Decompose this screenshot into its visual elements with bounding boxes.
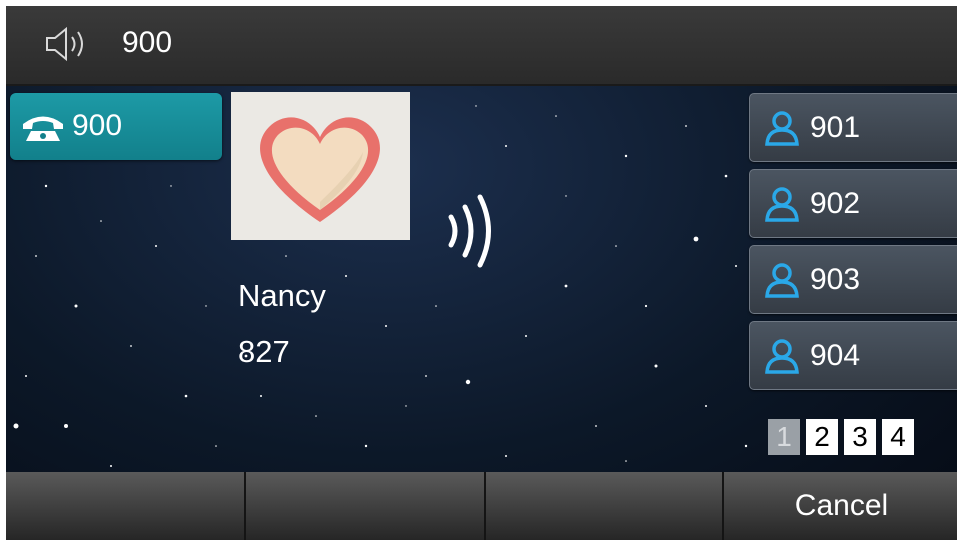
- softkey-2[interactable]: [244, 472, 482, 540]
- page-indicator-1[interactable]: 1: [768, 419, 800, 455]
- softkey-bar: Cancel: [6, 472, 957, 540]
- dss-key-label: 903: [810, 263, 861, 296]
- dss-key-901[interactable]: 901: [749, 93, 957, 162]
- contact-icon: [765, 187, 799, 222]
- dss-key-902[interactable]: 902: [749, 169, 957, 238]
- softkey-1[interactable]: [6, 472, 242, 540]
- dss-key-903[interactable]: 903: [749, 245, 957, 314]
- softkey-3[interactable]: [484, 472, 720, 540]
- contact-icon: [765, 339, 799, 374]
- line-key-label: 900: [72, 109, 123, 142]
- dss-key-label: 902: [810, 187, 861, 220]
- contact-icon: [765, 111, 799, 146]
- page-indicator-4[interactable]: 4: [882, 419, 914, 455]
- dss-key-label: 901: [810, 111, 861, 144]
- caller-name: Nancy: [238, 278, 326, 313]
- heart-icon: [260, 117, 380, 222]
- cancel-button[interactable]: Cancel: [722, 472, 957, 540]
- dss-key-904[interactable]: 904: [749, 321, 957, 390]
- line-key-900[interactable]: 900: [10, 93, 222, 160]
- page-indicator-3[interactable]: 3: [844, 419, 876, 455]
- dss-key-label: 904: [810, 339, 861, 372]
- ringing-icon: [448, 194, 491, 268]
- caller-photo: [231, 92, 410, 240]
- caller-number: 827: [238, 334, 290, 369]
- speaker-icon: [46, 26, 83, 62]
- status-line-number: 900: [122, 26, 173, 59]
- status-bar: 900: [6, 6, 957, 86]
- contact-icon: [765, 263, 799, 298]
- phone-screen: 900 900 Nancy 827 901 902 903 904 1 2 3 …: [6, 6, 957, 540]
- page-indicator-2[interactable]: 2: [806, 419, 838, 455]
- phone-icon: [23, 116, 63, 141]
